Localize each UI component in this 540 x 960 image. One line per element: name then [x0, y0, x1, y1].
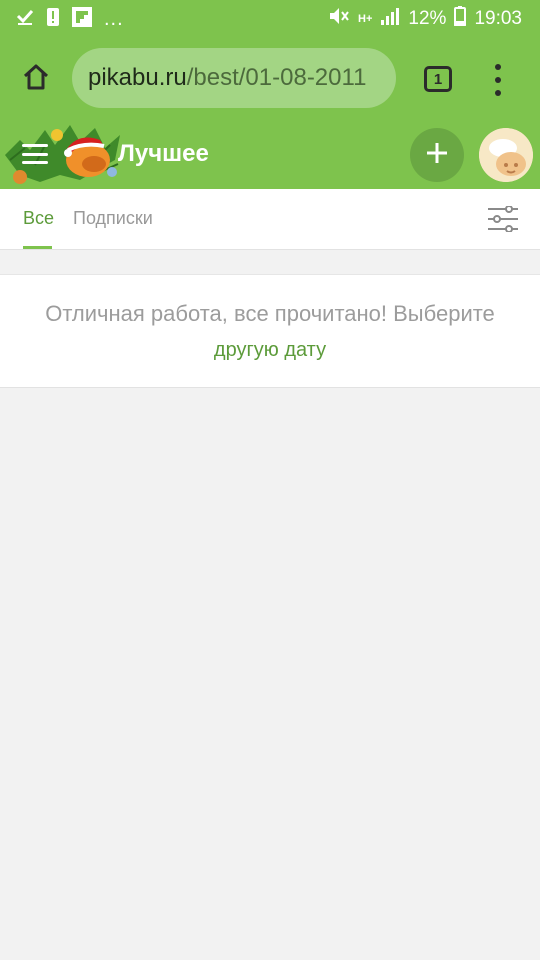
alert-icon — [46, 7, 60, 31]
empty-state-card: Отличная работа, все прочитано! Выберите… — [0, 274, 540, 388]
status-left: ... — [0, 6, 124, 32]
add-icon — [425, 141, 449, 170]
hamburger-line — [22, 144, 48, 147]
add-post-button[interactable] — [410, 128, 464, 182]
menu-dot — [495, 77, 501, 83]
christmas-decoration-icon — [5, 125, 120, 184]
hamburger-line — [22, 161, 48, 164]
signal-icon — [380, 6, 400, 32]
clock: 19:03 — [474, 8, 522, 29]
home-icon — [21, 62, 51, 97]
battery-percent: 12% — [408, 8, 447, 29]
hamburger-line — [22, 152, 48, 156]
tab-all[interactable]: Все — [23, 208, 54, 229]
menu-dot — [495, 90, 501, 96]
choose-other-date-link[interactable]: другую дату — [0, 339, 540, 362]
more-dots-icon: ... — [104, 7, 124, 30]
status-bar: ... H+ 12% 19:03 — [0, 0, 540, 38]
tabs-bar: Все Подписки — [0, 189, 540, 250]
menu-dot — [495, 64, 501, 70]
tabs-icon[interactable]: 1 — [424, 66, 452, 92]
filter-sliders-icon[interactable] — [487, 205, 519, 233]
page-title: Лучшее — [118, 140, 209, 167]
url-path: /best/01-08-2011 — [186, 64, 367, 91]
flipboard-icon — [72, 6, 92, 32]
status-right: H+ 12% 19:03 — [328, 6, 540, 32]
mute-icon — [328, 6, 350, 32]
more-vert-icon[interactable] — [486, 64, 510, 96]
download-done-icon — [16, 8, 34, 31]
network-icon: H+ — [358, 13, 373, 25]
url-domain: pikabu.ru — [88, 64, 187, 91]
url-bar[interactable]: pikabu.ru/best/01-08-2011 — [72, 48, 396, 108]
site-header: Лучшее — [0, 120, 540, 189]
tab-count: 1 — [433, 70, 443, 88]
tab-subscriptions[interactable]: Подписки — [73, 208, 153, 229]
avatar-icon[interactable] — [479, 128, 533, 182]
browser-toolbar: pikabu.ru/best/01-08-2011 1 — [0, 38, 540, 120]
home-button[interactable] — [0, 38, 72, 120]
empty-state-message: Отличная работа, все прочитано! Выберите — [45, 301, 495, 326]
active-tab-indicator — [23, 246, 52, 249]
hamburger-icon[interactable] — [22, 144, 48, 164]
battery-icon — [454, 6, 467, 32]
